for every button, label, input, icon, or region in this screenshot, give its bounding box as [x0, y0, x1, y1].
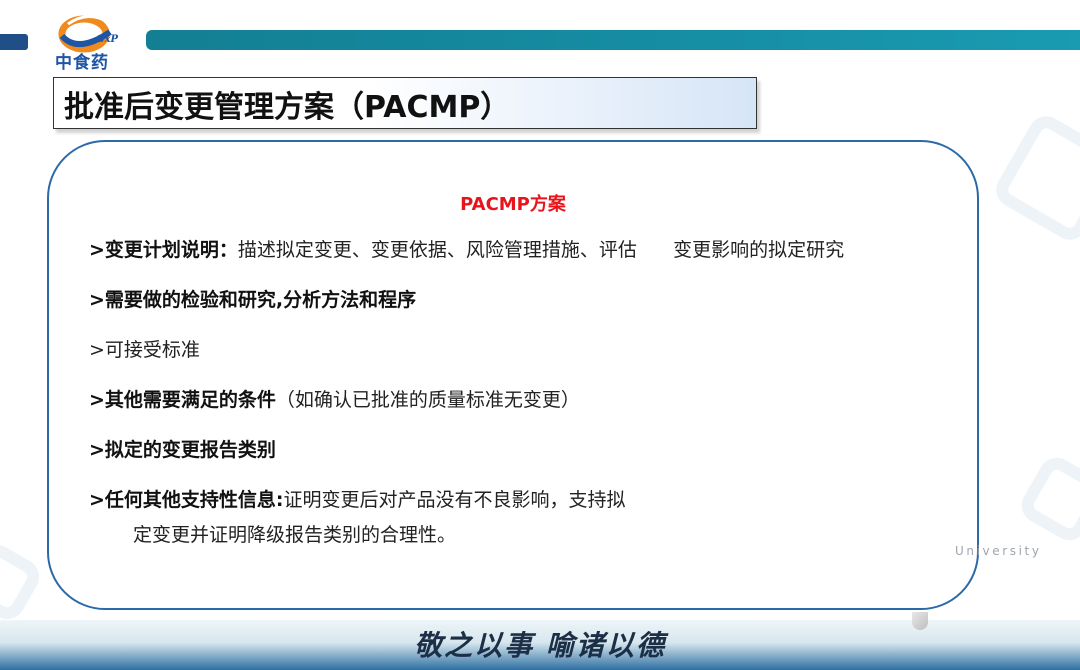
item-label: >其他需要满足的条件 [89, 389, 276, 411]
slide-title-box: 批准后变更管理方案（PACMP） [53, 77, 757, 129]
top-banner-bar [146, 30, 1080, 50]
card-heading: PACMP方案 [460, 194, 566, 215]
item-label: >需要做的检验和研究,分析方法和程序 [89, 289, 417, 311]
list-item: >可接受标准 [89, 335, 200, 362]
motto-calligraphy: 敬之以事 喻诸以德 [414, 629, 666, 662]
hex-decoration-left [0, 538, 46, 626]
list-item: >需要做的检验和研究,分析方法和程序 [89, 285, 416, 312]
slide-title: 批准后变更管理方案（PACMP） [64, 90, 511, 125]
item-label: >变更计划说明： [89, 239, 238, 261]
top-left-accent-bar [0, 34, 28, 50]
hex-decoration-mid [1015, 451, 1080, 547]
item-text: （如确认已批准的质量标准无变更） [275, 389, 580, 411]
list-item: >其他需要满足的条件（如确认已批准的质量标准无变更） [89, 385, 580, 412]
hex-decoration-top [989, 109, 1080, 247]
list-item: >任何其他支持性信息:证明变更后对产品没有不良影响，支持拟 [89, 485, 626, 512]
item-text: 证明变更后对产品没有不良影响，支持拟 [283, 489, 626, 511]
item-text: >可接受标准 [89, 339, 200, 361]
university-watermark: University [955, 544, 1042, 558]
list-item: >拟定的变更报告类别 [89, 435, 276, 462]
logo-gxp-text: GxP [96, 34, 119, 45]
item-label: >拟定的变更报告类别 [89, 439, 276, 461]
item-text: 描述拟定变更、变更依据、风险管理措施、评估 变更影响的拟定研究 [237, 239, 845, 261]
logo-name-text: 中食药 [55, 53, 109, 73]
item-label: >任何其他支持性信息: [89, 489, 284, 511]
list-item-continuation: 定变更并证明降级报告类别的合理性。 [133, 524, 457, 546]
list-item: >变更计划说明：描述拟定变更、变更依据、风险管理措施、评估 变更影响的拟定研究 [89, 235, 844, 262]
content-card: PACMP方案 >变更计划说明：描述拟定变更、变更依据、风险管理措施、评估 变更… [47, 140, 979, 610]
